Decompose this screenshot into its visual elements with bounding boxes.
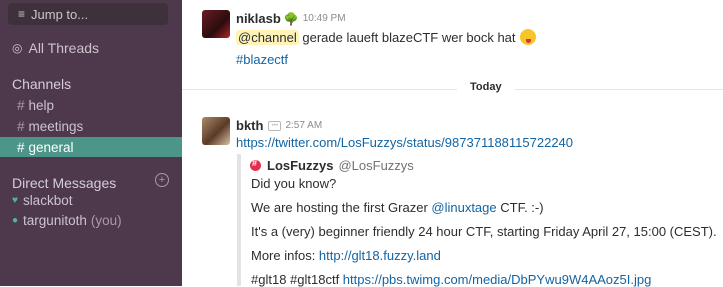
attachment-author[interactable]: LosFuzzys bbox=[267, 158, 333, 173]
channel-label: help bbox=[28, 97, 55, 113]
dm-item-targunitoth[interactable]: ● targunitoth (you) bbox=[12, 213, 122, 228]
hash-icon: # bbox=[17, 139, 25, 155]
day-divider-label: Today bbox=[457, 81, 515, 93]
attachment-text: More infos: http://glt18.fuzzy.land bbox=[251, 248, 441, 263]
you-suffix: (you) bbox=[90, 213, 122, 228]
all-threads-link[interactable]: ◎ All Threads bbox=[12, 40, 99, 56]
day-divider bbox=[182, 89, 723, 90]
dm-item-slackbot[interactable]: ♥ slackbot bbox=[12, 193, 72, 208]
attachment-header: LosFuzzys @LosFuzzys bbox=[250, 158, 414, 173]
media-link[interactable]: https://pbs.twimg.com/media/DbPYwu9W4AAo… bbox=[343, 272, 652, 287]
attachment-text-part: We are hosting the first Grazer bbox=[251, 200, 432, 215]
message-text: gerade laueft blazeCTF wer bock hat bbox=[298, 29, 516, 45]
attachment-text: We are hosting the first Grazer @linuxta… bbox=[251, 200, 544, 215]
avatar[interactable] bbox=[202, 10, 230, 38]
dm-label: targunitoth bbox=[23, 213, 87, 228]
jump-to-icon: ≡ bbox=[18, 7, 26, 21]
message-header: bkth ••• 2:57 AM bbox=[236, 118, 322, 133]
message-pane: niklasb 🌳 10:49 PM @channel gerade lauef… bbox=[182, 0, 723, 287]
sidebar-item-meetings[interactable]: # meetings bbox=[0, 116, 182, 136]
message-timestamp[interactable]: 10:49 PM bbox=[303, 13, 346, 24]
message-timestamp[interactable]: 2:57 AM bbox=[285, 120, 322, 131]
message-author[interactable]: niklasb bbox=[236, 11, 281, 26]
channel-link[interactable]: #blazectf bbox=[236, 52, 288, 67]
all-threads-label: All Threads bbox=[28, 40, 100, 56]
jump-to-label: Jump to... bbox=[31, 6, 89, 22]
channel-mention[interactable]: @channel bbox=[236, 29, 299, 45]
message-body: @channel gerade laueft blazeCTF wer bock… bbox=[236, 29, 723, 45]
add-dm-icon[interactable]: + bbox=[155, 173, 169, 187]
hash-icon: # bbox=[17, 118, 25, 134]
bot-icon: ••• bbox=[268, 120, 282, 131]
jump-to-button[interactable]: ≡ Jump to... bbox=[8, 3, 168, 25]
presence-dot-icon: ● bbox=[12, 215, 19, 226]
tree-status-icon: 🌳 bbox=[283, 11, 299, 26]
message-body: #blazectf bbox=[236, 52, 723, 67]
tweet-link[interactable]: https://twitter.com/LosFuzzys/status/987… bbox=[236, 135, 573, 150]
direct-messages-header[interactable]: Direct Messages bbox=[12, 175, 116, 191]
message-header: niklasb 🌳 10:49 PM bbox=[236, 11, 346, 26]
dm-label: slackbot bbox=[22, 193, 73, 208]
avatar[interactable] bbox=[202, 117, 230, 145]
channel-label: meetings bbox=[28, 118, 84, 134]
link-preview-attachment: LosFuzzys @LosFuzzys Did you know? We ar… bbox=[237, 154, 721, 287]
message-author[interactable]: bkth bbox=[236, 118, 263, 133]
attachment-text: It's a (very) beginner friendly 24 hour … bbox=[251, 224, 717, 239]
attachment-text: Did you know? bbox=[251, 176, 337, 191]
channel-label: general bbox=[28, 139, 74, 155]
hash-icon: # bbox=[17, 97, 25, 113]
attachment-text-part: CTF. :-) bbox=[496, 200, 544, 215]
threads-icon: ◎ bbox=[12, 41, 23, 55]
heart-icon: ♥ bbox=[12, 195, 18, 206]
attachment-text-part: More infos: bbox=[251, 248, 319, 263]
tongue-face-icon bbox=[519, 29, 536, 45]
sidebar-item-help[interactable]: # help bbox=[0, 95, 182, 115]
attachment-text-part: #glt18 #glt18ctf bbox=[251, 272, 343, 287]
info-link[interactable]: http://glt18.fuzzy.land bbox=[319, 248, 441, 263]
sidebar: ≡ Jump to... ◎ All Threads Channels # he… bbox=[0, 0, 182, 286]
message-body: https://twitter.com/LosFuzzys/status/987… bbox=[236, 135, 723, 150]
service-icon bbox=[250, 158, 261, 171]
attachment-handle[interactable]: @LosFuzzys bbox=[338, 158, 413, 173]
attachment-text: #glt18 #glt18ctf https://pbs.twimg.com/m… bbox=[251, 272, 651, 287]
sidebar-item-general[interactable]: # general bbox=[0, 137, 182, 157]
mention-link[interactable]: @linuxtage bbox=[431, 200, 496, 215]
channels-header[interactable]: Channels bbox=[12, 76, 71, 92]
